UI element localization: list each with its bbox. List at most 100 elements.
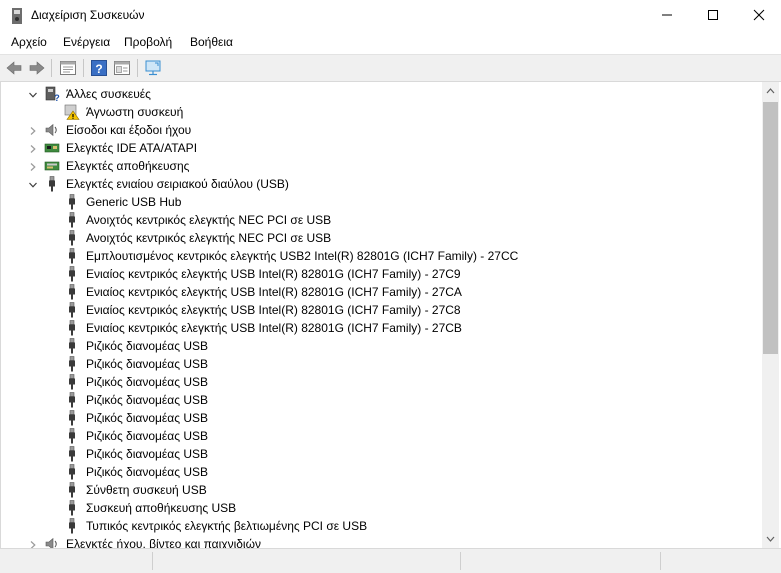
- tree-device-item[interactable]: Τυπικός κεντρικός ελεγκτής βελτιωμένης P…: [1, 517, 761, 535]
- usb-plug-icon: [64, 518, 80, 534]
- tree-item-label: Σύνθετη συσκευή USB: [86, 483, 207, 497]
- tree-item-label: Ριζικός διανομέας USB: [86, 357, 209, 371]
- menu-action[interactable]: Ενέργεια: [63, 35, 110, 49]
- scroll-up-arrow-icon[interactable]: [766, 87, 775, 96]
- tree-item-label: Εμπλουτισμένος κεντρικός ελεγκτής USB2 I…: [86, 249, 519, 263]
- chevron-down-icon[interactable]: [28, 89, 38, 99]
- tree-item-label: Ελεγκτές αποθήκευσης: [66, 159, 190, 173]
- tree-item-label: Ενιαίος κεντρικός ελεγκτής USB Intel(R) …: [86, 321, 462, 335]
- tree-device-item[interactable]: Εμπλουτισμένος κεντρικός ελεγκτής USB2 I…: [1, 247, 761, 265]
- minimize-button[interactable]: [644, 0, 690, 31]
- usb-plug-icon: [64, 410, 80, 426]
- tree-item-label: Generic USB Hub: [86, 195, 182, 209]
- status-bar: [0, 548, 781, 573]
- menu-bar: Αρχείο Ενέργεια Προβολή Βοήθεια: [0, 31, 781, 53]
- device-manager-icon: [12, 8, 22, 24]
- tree-item-label: Τυπικός κεντρικός ελεγκτής βελτιωμένης P…: [86, 519, 368, 533]
- status-pane: [460, 552, 661, 570]
- back-button[interactable]: [4, 58, 24, 78]
- tree-item-label: Ελεγκτές IDE ATA/ATAPI: [66, 141, 198, 155]
- tree-device-item[interactable]: Ανοιχτός κεντρικός ελεγκτής NEC PCI σε U…: [1, 229, 761, 247]
- usb-plug-icon: [64, 320, 80, 336]
- chevron-down-icon[interactable]: [28, 179, 38, 189]
- unknown-device-warning-icon: [64, 104, 80, 120]
- scroll-down-arrow-icon[interactable]: [766, 534, 775, 543]
- tree-device-item[interactable]: Generic USB Hub: [1, 193, 761, 211]
- back-arrow-icon: [6, 61, 22, 75]
- tree-device-item[interactable]: Ριζικός διανομέας USB: [1, 445, 761, 463]
- tree-item-label: Ελεγκτές ήχου, βίντεο και παιχνιδιών: [66, 537, 261, 548]
- properties-button[interactable]: [58, 58, 78, 78]
- tree-device-item[interactable]: Ριζικός διανομέας USB: [1, 373, 761, 391]
- tree-device-item[interactable]: Ριζικός διανομέας USB: [1, 427, 761, 445]
- tree-item-label: Ριζικός διανομέας USB: [86, 339, 209, 353]
- tree-item-label: Ανοιχτός κεντρικός ελεγκτής NEC PCI σε U…: [86, 213, 332, 227]
- tree-category[interactable]: Ελεγκτές IDE ATA/ATAPI: [1, 139, 761, 157]
- menu-view[interactable]: Προβολή: [124, 35, 172, 49]
- tree-category[interactable]: Είσοδοι και έξοδοι ήχου: [1, 121, 761, 139]
- monitor-scan-icon: [145, 60, 161, 76]
- window-title: Διαχείριση Συσκευών: [31, 8, 145, 22]
- usb-plug-icon: [64, 464, 80, 480]
- tree-device-item[interactable]: Ενιαίος κεντρικός ελεγκτής USB Intel(R) …: [1, 319, 761, 337]
- maximize-button[interactable]: [690, 0, 736, 31]
- tree-device-item[interactable]: Ριζικός διανομέας USB: [1, 355, 761, 373]
- close-button[interactable]: [736, 0, 781, 31]
- help-icon: ?: [91, 60, 107, 76]
- svg-text:?: ?: [95, 62, 102, 76]
- usb-plug-icon: [64, 230, 80, 246]
- tree-device-item[interactable]: Ανοιχτός κεντρικός ελεγκτής NEC PCI σε U…: [1, 211, 761, 229]
- svg-text:?: ?: [54, 93, 60, 102]
- status-pane: [152, 552, 461, 570]
- tree-device-item[interactable]: Ριζικός διανομέας USB: [1, 463, 761, 481]
- usb-plug-icon: [64, 194, 80, 210]
- details-button[interactable]: [112, 58, 132, 78]
- chevron-right-icon[interactable]: [28, 539, 38, 548]
- chevron-right-icon[interactable]: [28, 161, 38, 171]
- speaker-icon: [44, 122, 60, 138]
- chevron-right-icon[interactable]: [28, 125, 38, 135]
- tree-device-item[interactable]: Άγνωστη συσκευή: [1, 103, 761, 121]
- menu-help[interactable]: Βοήθεια: [190, 35, 233, 49]
- tree-category[interactable]: Ελεγκτές ενιαίου σειριακού διαύλου (USB): [1, 175, 761, 193]
- tree-item-label: Ριζικός διανομέας USB: [86, 465, 209, 479]
- tree-category[interactable]: Ελεγκτές ήχου, βίντεο και παιχνιδιών: [1, 535, 761, 548]
- usb-plug-icon: [64, 284, 80, 300]
- tree-item-label: Συσκευή αποθήκευσης USB: [86, 501, 237, 515]
- toolbar: ?: [0, 54, 781, 82]
- tree-device-item[interactable]: Ενιαίος κεντρικός ελεγκτής USB Intel(R) …: [1, 265, 761, 283]
- close-icon: [753, 9, 765, 21]
- device-tree[interactable]: ? Άλλες συσκευές Άγνωστη συσκευή Είσοδοι κα…: [0, 82, 763, 548]
- tree-device-item[interactable]: Συσκευή αποθήκευσης USB: [1, 499, 761, 517]
- tree-device-item[interactable]: Ριζικός διανομέας USB: [1, 409, 761, 427]
- chevron-right-icon[interactable]: [28, 143, 38, 153]
- tree-item-label: Ριζικός διανομέας USB: [86, 375, 209, 389]
- scrollbar-thumb[interactable]: [763, 102, 778, 354]
- scan-hardware-button[interactable]: [143, 58, 163, 78]
- help-button[interactable]: ?: [89, 58, 109, 78]
- tree-category[interactable]: Ελεγκτές αποθήκευσης: [1, 157, 761, 175]
- menu-file[interactable]: Αρχείο: [11, 35, 47, 49]
- tree-item-label: Ενιαίος κεντρικός ελεγκτής USB Intel(R) …: [86, 267, 461, 281]
- tree-device-item[interactable]: Ριζικός διανομέας USB: [1, 337, 761, 355]
- tree-device-item[interactable]: Ενιαίος κεντρικός ελεγκτής USB Intel(R) …: [1, 283, 761, 301]
- tree-device-item[interactable]: Σύνθετη συσκευή USB: [1, 481, 761, 499]
- speaker-icon: [44, 536, 60, 548]
- usb-plug-icon: [64, 482, 80, 498]
- tree-item-label: Ενιαίος κεντρικός ελεγκτής USB Intel(R) …: [86, 303, 461, 317]
- tree-device-item[interactable]: Ενιαίος κεντρικός ελεγκτής USB Intel(R) …: [1, 301, 761, 319]
- minimize-icon: [662, 14, 672, 16]
- usb-plug-icon: [64, 356, 80, 372]
- usb-plug-icon: [64, 302, 80, 318]
- other-devices-icon: ?: [44, 86, 60, 103]
- tree-item-label: Ριζικός διανομέας USB: [86, 411, 209, 425]
- tree-category[interactable]: ? Άλλες συσκευές: [1, 85, 761, 103]
- vertical-scrollbar[interactable]: [762, 82, 779, 548]
- forward-button[interactable]: [27, 58, 47, 78]
- title-bar[interactable]: Διαχείριση Συσκευών: [0, 0, 781, 31]
- usb-plug-icon: [64, 446, 80, 462]
- usb-plug-icon: [64, 500, 80, 516]
- details-icon: [114, 61, 130, 75]
- usb-plug-icon: [64, 248, 80, 264]
- tree-device-item[interactable]: Ριζικός διανομέας USB: [1, 391, 761, 409]
